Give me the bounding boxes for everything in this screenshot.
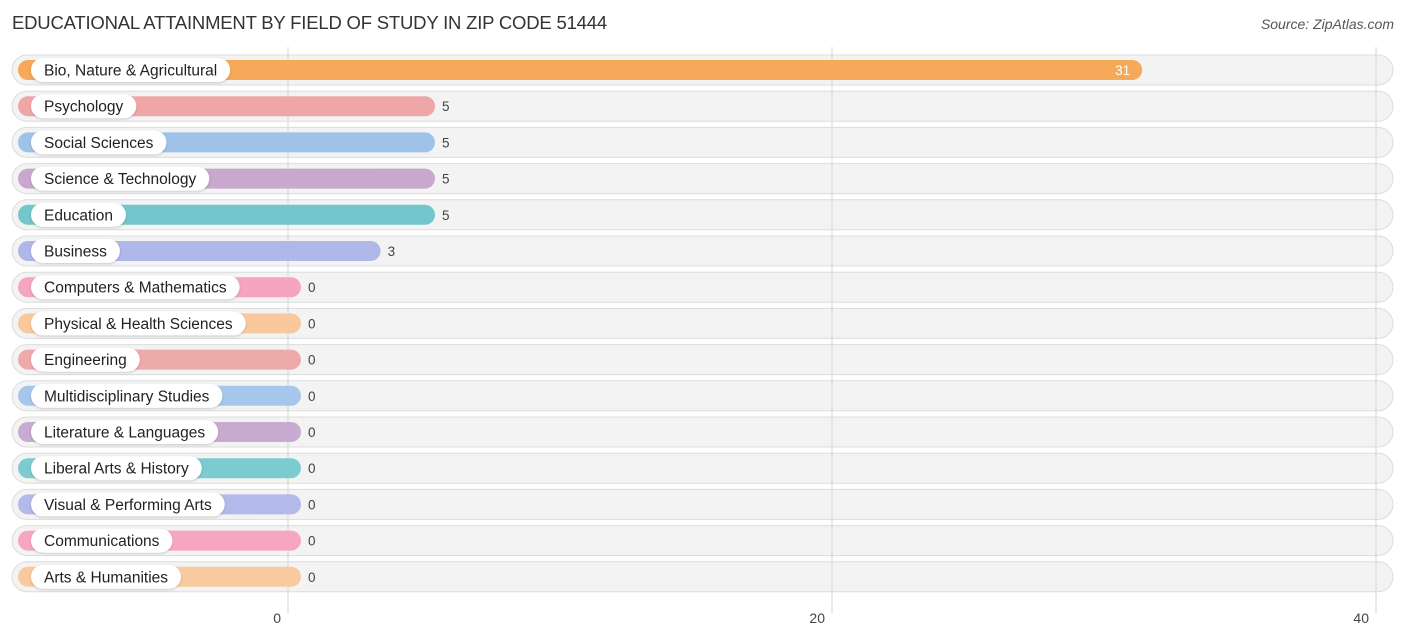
category-label: Multidisciplinary Studies [44,388,210,405]
bar-row: Education 5 [18,202,450,227]
bar-row: Bio, Nature & Agricultural 31 [18,58,1143,82]
bar-row: Liberal Arts & History 0 [18,456,316,481]
category-label: Psychology [44,99,124,116]
category-label: Visual & Performing Arts [44,497,212,514]
category-label: Social Sciences [44,135,154,152]
bar-row: Multidisciplinary Studies 0 [18,383,316,408]
value-label: 0 [308,461,316,476]
value-label: 0 [308,316,316,331]
x-tick-label: 0 [273,610,281,626]
category-label: Engineering [44,352,127,369]
x-tick-label: 40 [1353,610,1369,626]
value-label: 0 [308,497,316,512]
x-tick-label: 20 [809,610,825,626]
category-label: Science & Technology [44,171,196,188]
bar-row: Arts & Humanities 0 [18,564,316,589]
bar-row: Engineering 0 [18,347,316,372]
category-label: Computers & Mathematics [44,280,227,297]
value-label: 0 [308,534,316,549]
category-label: Physical & Health Sciences [44,316,233,333]
value-label: 0 [308,389,316,404]
value-label: 0 [308,280,316,295]
category-label: Education [44,207,113,224]
bar-row: Physical & Health Sciences 0 [18,311,316,336]
category-label: Literature & Languages [44,425,205,442]
value-label: 5 [442,135,450,150]
bar-row: Psychology 5 [18,94,450,119]
bar-row: Communications 0 [18,528,316,553]
value-label: 31 [1115,63,1130,78]
bar-row: Computers & Mathematics 0 [18,275,316,300]
category-label: Liberal Arts & History [44,461,189,478]
bar-row: Business 3 [18,239,395,263]
value-label: 5 [442,172,450,187]
value-label: 0 [308,353,316,368]
value-label: 0 [308,570,316,585]
bar-row: Science & Technology 5 [18,166,450,191]
category-label: Arts & Humanities [44,569,168,586]
value-label: 0 [308,425,316,440]
bar-row: Literature & Languages 0 [18,420,316,444]
category-label: Bio, Nature & Agricultural [44,63,217,80]
value-label: 5 [442,208,450,223]
value-label: 3 [388,244,396,259]
category-label: Business [44,244,107,261]
bar-row: Social Sciences 5 [18,130,450,155]
category-label: Communications [44,533,160,550]
bar-chart: Bio, Nature & Agricultural 31Psychology 5S… [11,47,1394,626]
value-label: 5 [442,99,450,114]
bar-row: Visual & Performing Arts 0 [18,492,316,517]
